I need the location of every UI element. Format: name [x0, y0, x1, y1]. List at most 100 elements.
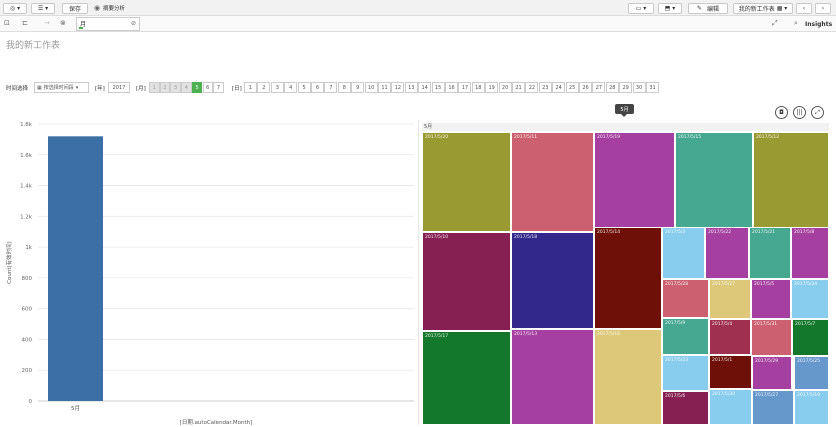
treemap-cell[interactable]: 2017/5/24	[791, 279, 829, 319]
expand-icon[interactable]: ⤢	[772, 20, 778, 27]
fullscreen-button[interactable]: ⤢	[811, 106, 824, 119]
treemap-cell[interactable]: 2017/5/16	[594, 329, 662, 425]
day-cell[interactable]: 30	[632, 82, 646, 93]
clear-all-icon[interactable]: ⊗	[60, 20, 66, 27]
treemap-cell-label: 2017/5/14	[597, 230, 621, 235]
day-cell[interactable]: 19	[485, 82, 499, 93]
global-menu-button[interactable]: ◎ ▾	[3, 2, 27, 14]
day-cell[interactable]: 13	[404, 82, 418, 93]
day-cell[interactable]: 1	[244, 82, 257, 93]
bar-chart[interactable]: 0 200 400 600 800 1k 1.2k 1.4k 1.6k 1.8k 5月 Count(有…	[0, 118, 418, 427]
bookmark-button[interactable]: ⬒ ▾	[658, 2, 682, 14]
step-forward-icon[interactable]: →	[44, 20, 50, 27]
day-cell[interactable]: 6	[311, 82, 324, 93]
treemap-cell[interactable]: 2017/5/30	[709, 389, 752, 425]
month-cell[interactable]: 5	[191, 82, 203, 93]
treemap-cell[interactable]: 2017/5/29	[752, 356, 792, 390]
treemap-cell[interactable]: 2017/5/25	[794, 356, 829, 390]
day-cell[interactable]: 3	[270, 82, 284, 93]
selection-chip[interactable]: 月 ⊘	[76, 17, 140, 31]
day-cell[interactable]: 20	[498, 82, 512, 93]
day-cell[interactable]: 4	[284, 82, 298, 93]
day-cell[interactable]: 29	[619, 82, 633, 93]
treemap-cell[interactable]: 2017/5/8	[791, 227, 829, 279]
insights-button[interactable]: Insights	[805, 21, 832, 28]
treemap-cell[interactable]: 2017/5/13	[511, 329, 594, 425]
day-cell[interactable]: 24	[552, 82, 566, 93]
day-cell[interactable]: 10	[364, 82, 378, 93]
treemap-cell[interactable]: 2017/5/20	[422, 132, 511, 232]
day-cell[interactable]: 25	[565, 82, 579, 93]
treemap-cell-label: 2017/5/17	[425, 334, 449, 339]
treemap-cell-label: 2017/5/20	[425, 135, 449, 140]
save-button[interactable]: 保存	[62, 2, 88, 14]
day-cell[interactable]: 21	[512, 82, 525, 93]
day-cell[interactable]: 5	[297, 82, 311, 93]
next-sheet-button[interactable]: ›	[815, 2, 831, 14]
treemap-cell[interactable]: 2017/5/1	[709, 355, 752, 389]
month-cell[interactable]: 7	[213, 82, 224, 93]
treemap-cell[interactable]: 2017/5/5	[751, 279, 791, 319]
day-cell[interactable]: 28	[605, 82, 619, 93]
menu-button[interactable]: ☰ ▾	[31, 2, 55, 14]
treemap-cell[interactable]: 2017/5/3	[662, 227, 705, 279]
treemap-cell[interactable]: 2017/5/15	[675, 132, 753, 232]
main-toolbar: ◎ ▾ ☰ ▾ 保存 ◉ 摘要分析 ▭ ▾ ⬒ ▾ ✎ 编辑 我的新工作表 ▦ …	[0, 0, 836, 16]
treemap-cell[interactable]: 2017/5/10	[422, 232, 511, 331]
bookmark-icon: ◉	[94, 3, 101, 12]
day-cell[interactable]: 9	[351, 82, 365, 93]
data-button[interactable]: |||	[793, 106, 806, 119]
month-cell[interactable]: 4	[181, 82, 192, 93]
treemap-cell[interactable]: 2017/5/17	[422, 331, 511, 425]
treemap-cell[interactable]: 2017/5/12	[753, 132, 829, 232]
treemap-cell[interactable]: 2017/5/4	[709, 319, 751, 355]
day-cell[interactable]: 12	[391, 82, 405, 93]
year-cell[interactable]: 2017	[108, 82, 130, 93]
treemap-cell[interactable]: 2017/5/22	[705, 227, 749, 279]
day-cell[interactable]: 7	[324, 82, 338, 93]
treemap-cell[interactable]: 2017/5/27	[752, 390, 794, 425]
smart-search-icon[interactable]: ⊡	[4, 20, 10, 27]
treemap-cell[interactable]: 2017/5/27	[709, 279, 751, 319]
day-cell[interactable]: 17	[458, 82, 472, 93]
clear-selection-icon[interactable]: ⊘	[131, 20, 136, 27]
day-cell[interactable]: 11	[378, 82, 391, 93]
treemap-cell[interactable]: 2017/5/6	[662, 391, 709, 425]
day-cell[interactable]: 27	[592, 82, 606, 93]
present-button[interactable]: ▭ ▾	[628, 2, 654, 14]
month-cell[interactable]: 1	[149, 82, 160, 93]
treemap-cell[interactable]: 2017/5/19	[794, 390, 829, 425]
edit-button[interactable]: ✎ 编辑	[688, 2, 728, 14]
treemap-cell[interactable]: 2017/5/28	[662, 279, 709, 318]
day-cell[interactable]: 8	[337, 82, 351, 93]
day-cell[interactable]: 14	[418, 82, 432, 93]
day-cell[interactable]: 23	[538, 82, 552, 93]
treemap-cell[interactable]: 2017/5/11	[511, 132, 594, 232]
day-cell[interactable]: 16	[445, 82, 458, 93]
day-cell[interactable]: 26	[579, 82, 592, 93]
treemap-cell[interactable]: 2017/5/14	[594, 227, 662, 329]
treemap-cell[interactable]: 2017/5/9	[662, 318, 709, 355]
treemap-cell[interactable]: 2017/5/19	[594, 132, 675, 232]
bar[interactable]	[48, 136, 103, 402]
treemap-cell[interactable]: 2017/5/7	[792, 319, 829, 356]
month-cell[interactable]: 6	[202, 82, 213, 93]
day-cell[interactable]: 15	[431, 82, 445, 93]
treemap-cell[interactable]: 2017/5/31	[751, 319, 792, 356]
bookmark-link[interactable]: 摘要分析	[103, 3, 125, 14]
time-range-dropdown[interactable]: ▦ 按选择时间段 ▾	[34, 82, 89, 93]
day-cell[interactable]: 18	[471, 82, 485, 93]
day-cell[interactable]: 31	[646, 82, 659, 93]
treemap-cell[interactable]: 2017/5/21	[749, 227, 791, 279]
month-cell[interactable]: 3	[170, 82, 181, 93]
day-cell[interactable]: 22	[525, 82, 539, 93]
step-back-icon[interactable]: ⊏	[22, 20, 28, 27]
snapshot-button[interactable]: ◘	[775, 106, 788, 119]
chevron-down-icon: ▾	[75, 84, 79, 91]
treemap-cell[interactable]: 2017/5/18	[511, 232, 594, 329]
day-cell[interactable]: 2	[257, 82, 271, 93]
sheet-select[interactable]: 我的新工作表 ▦ ▾	[733, 2, 793, 14]
month-cell[interactable]: 2	[159, 82, 171, 93]
prev-sheet-button[interactable]: ‹	[796, 2, 812, 14]
treemap-cell[interactable]: 2017/5/23	[662, 355, 709, 391]
